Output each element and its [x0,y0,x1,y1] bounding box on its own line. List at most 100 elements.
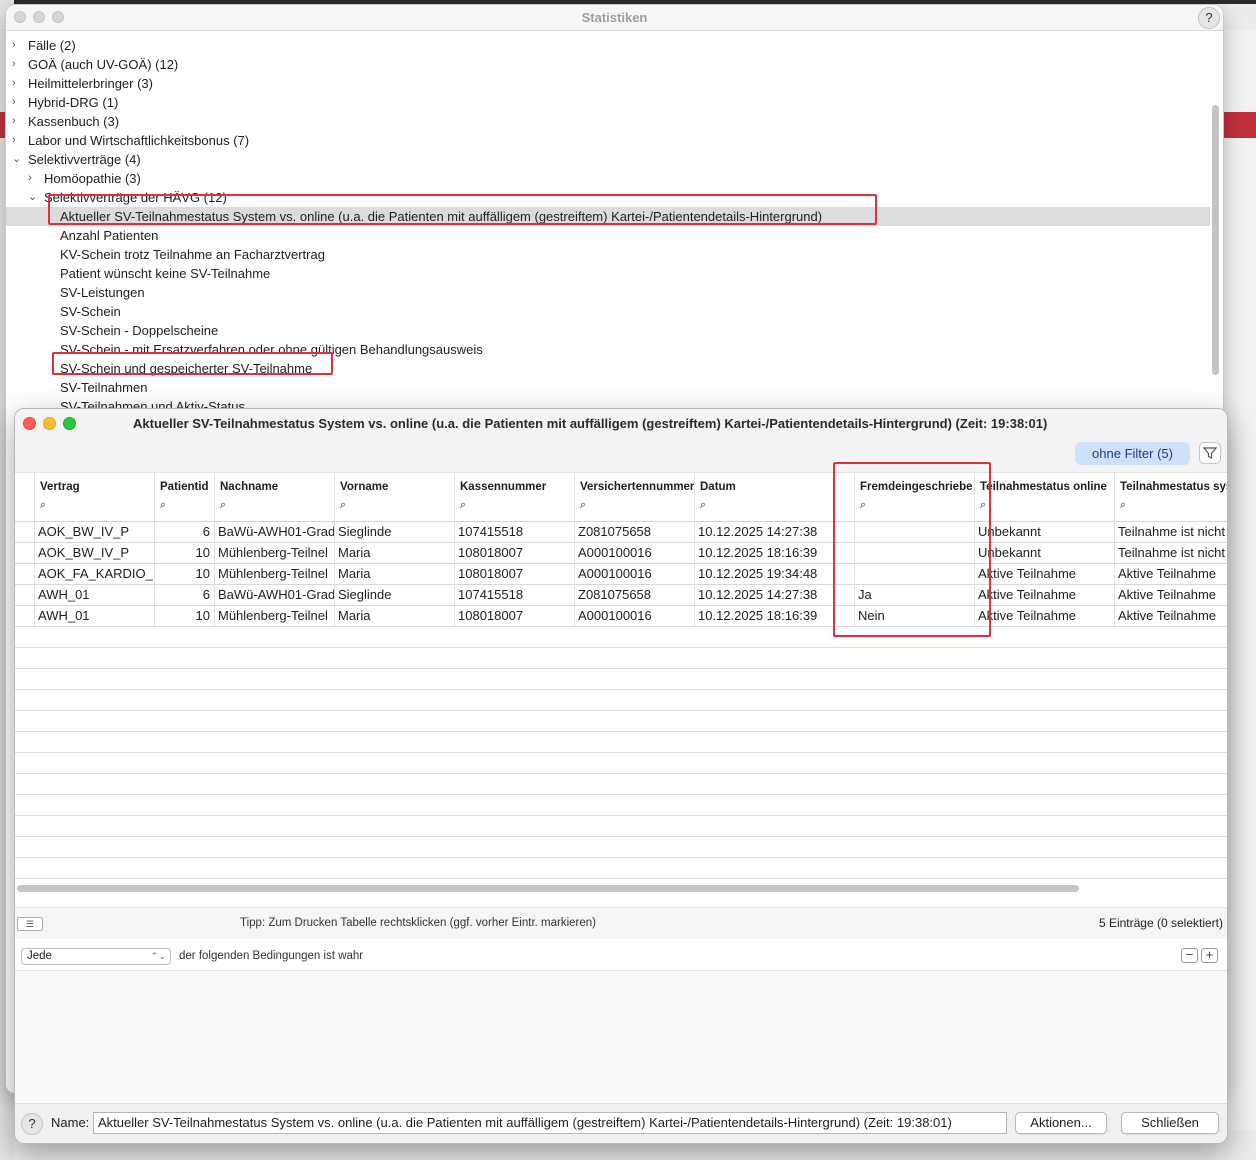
table-cell[interactable] [855,543,975,564]
tree-item[interactable]: SV-Schein [6,302,1210,321]
column-header[interactable]: Vertrag ⌕ [35,473,155,522]
help-button[interactable]: ? [21,1113,43,1135]
search-icon[interactable]: ⌕ [580,499,586,512]
column-header[interactable]: Kassennummer ⌕ [455,473,575,522]
close-window-icon[interactable] [23,417,36,430]
table-cell[interactable]: Maria [335,543,455,564]
table-cell[interactable]: Teilnahme ist nicht [1115,522,1227,543]
table-cell[interactable]: 10 [155,606,215,627]
search-icon[interactable]: ⌕ [460,499,466,512]
table-cell[interactable]: Ja [855,585,975,606]
table-cell[interactable] [855,564,975,585]
actions-button[interactable]: Aktionen... [1015,1112,1107,1134]
column-header[interactable]: Fremdeingeschriebe ⌕ [855,473,975,522]
tree-item[interactable]: SV-Schein - mit Ersatzverfahren oder ohn… [6,340,1210,359]
search-icon[interactable]: ⌕ [40,499,46,512]
row-gutter[interactable] [15,606,35,627]
table-cell[interactable]: AOK_BW_IV_P [35,522,155,543]
filter-status-button[interactable]: ohne Filter (5) [1075,442,1190,465]
table-cell[interactable]: Maria [335,564,455,585]
tree-item[interactable]: ⌄ Selektivverträge der HÄVG (12) [6,188,1210,207]
table-cell[interactable]: A000100016 [575,543,695,564]
name-field[interactable]: Aktueller SV-Teilnahmestatus System vs. … [93,1112,1007,1134]
tree-item[interactable]: KV-Schein trotz Teilnahme an Facharztver… [6,245,1210,264]
chevron-right-icon[interactable]: › [12,93,16,112]
table-cell[interactable]: Unbekannt [975,522,1115,543]
search-icon[interactable]: ⌕ [160,499,166,512]
chevron-right-icon[interactable]: › [12,36,16,55]
table-cell[interactable]: AWH_01 [35,606,155,627]
search-icon[interactable]: ⌕ [860,499,866,512]
table-cell[interactable]: 6 [155,585,215,606]
tree-item[interactable]: SV-Teilnahmen [6,378,1210,397]
tree-item[interactable]: Aktueller SV-Teilnahmestatus System vs. … [6,207,1210,226]
row-gutter[interactable] [15,522,35,543]
chevron-down-icon[interactable]: ⌄ [28,188,37,207]
table-cell[interactable]: 108018007 [455,543,575,564]
tree-item[interactable]: › Fälle (2) [6,36,1210,55]
table-cell[interactable]: Mühlenberg-Teilnel [215,606,335,627]
table-horizontal-scrollbar[interactable] [17,885,1079,892]
row-gutter[interactable] [15,543,35,564]
table-cell[interactable]: Mühlenberg-Teilnel [215,543,335,564]
tree-item[interactable]: › Heilmittelerbringer (3) [6,74,1210,93]
table-cell[interactable]: 10.12.2025 18:16:39 [695,543,835,564]
table-cell[interactable]: 10.12.2025 19:34:48 [695,564,835,585]
column-header[interactable] [835,473,855,522]
column-header[interactable]: Teilnahmestatus syst ⌕ [1115,473,1227,522]
table-cell[interactable] [835,564,855,585]
remove-condition-button[interactable]: − [1181,948,1198,963]
column-header[interactable]: Datum ⌕ [695,473,835,522]
chevron-down-icon[interactable]: ⌄ [12,150,21,169]
minimize-window-icon[interactable] [43,417,56,430]
search-icon[interactable]: ⌕ [340,499,346,512]
close-button[interactable]: Schließen [1121,1112,1219,1134]
table-cell[interactable] [835,522,855,543]
tree-item[interactable]: SV-Schein - Doppelscheine [6,321,1210,340]
search-icon[interactable]: ⌕ [980,499,986,512]
column-header[interactable]: Nachname ⌕ [215,473,335,522]
column-header[interactable]: Versichertennummer ⌕ [575,473,695,522]
tree-item[interactable]: ⌄ Selektivverträge (4) [6,150,1210,169]
table-cell[interactable]: 107415518 [455,522,575,543]
table-cell[interactable]: Z081075658 [575,522,695,543]
column-header[interactable]: Teilnahmestatus online ⌕ [975,473,1115,522]
tree-item[interactable]: › Hybrid-DRG (1) [6,93,1210,112]
search-icon[interactable]: ⌕ [220,499,226,512]
column-header[interactable]: Vorname ⌕ [335,473,455,522]
tree-item[interactable]: SV-Leistungen [6,283,1210,302]
table-cell[interactable]: Aktive Teilnahme [975,564,1115,585]
chevron-right-icon[interactable]: › [28,169,32,188]
table-cell[interactable]: 10.12.2025 14:27:38 [695,522,835,543]
table-cell[interactable]: AWH_01 [35,585,155,606]
table-cell[interactable]: 108018007 [455,564,575,585]
table-cell[interactable] [855,522,975,543]
table-cell[interactable]: Nein [855,606,975,627]
table-cell[interactable]: 10.12.2025 14:27:38 [695,585,835,606]
tree-item[interactable]: › GOÄ (auch UV-GOÄ) (12) [6,55,1210,74]
tree-item[interactable]: › Kassenbuch (3) [6,112,1210,131]
chevron-right-icon[interactable]: › [12,131,16,150]
table-cell[interactable]: Mühlenberg-Teilnel [215,564,335,585]
search-icon[interactable]: ⌕ [700,499,706,512]
table-cell[interactable]: Maria [335,606,455,627]
help-button[interactable]: ? [1198,7,1220,29]
table-cell[interactable]: Sieglinde [335,585,455,606]
table-cell[interactable]: Z081075658 [575,585,695,606]
add-condition-button[interactable]: + [1201,948,1218,963]
table-cell[interactable]: AOK_FA_KARDIO_I [35,564,155,585]
tree-item[interactable]: Patient wünscht keine SV-Teilnahme [6,264,1210,283]
filter-button[interactable] [1199,442,1221,464]
tree-item[interactable]: › Labor und Wirtschaftlichkeitsbonus (7) [6,131,1210,150]
table-cell[interactable]: 10 [155,564,215,585]
table-cell[interactable]: Teilnahme ist nicht [1115,543,1227,564]
table-cell[interactable]: 10 [155,543,215,564]
table-cell[interactable]: A000100016 [575,564,695,585]
tree-scrollbar[interactable] [1212,105,1219,375]
table-cell[interactable]: 6 [155,522,215,543]
table-cell[interactable]: Aktive Teilnahme [1115,585,1227,606]
table-cell[interactable]: Unbekannt [975,543,1115,564]
table-cell[interactable]: Aktive Teilnahme [1115,606,1227,627]
table-cell[interactable] [835,543,855,564]
table-cell[interactable]: BaWü-AWH01-Grad [215,522,335,543]
